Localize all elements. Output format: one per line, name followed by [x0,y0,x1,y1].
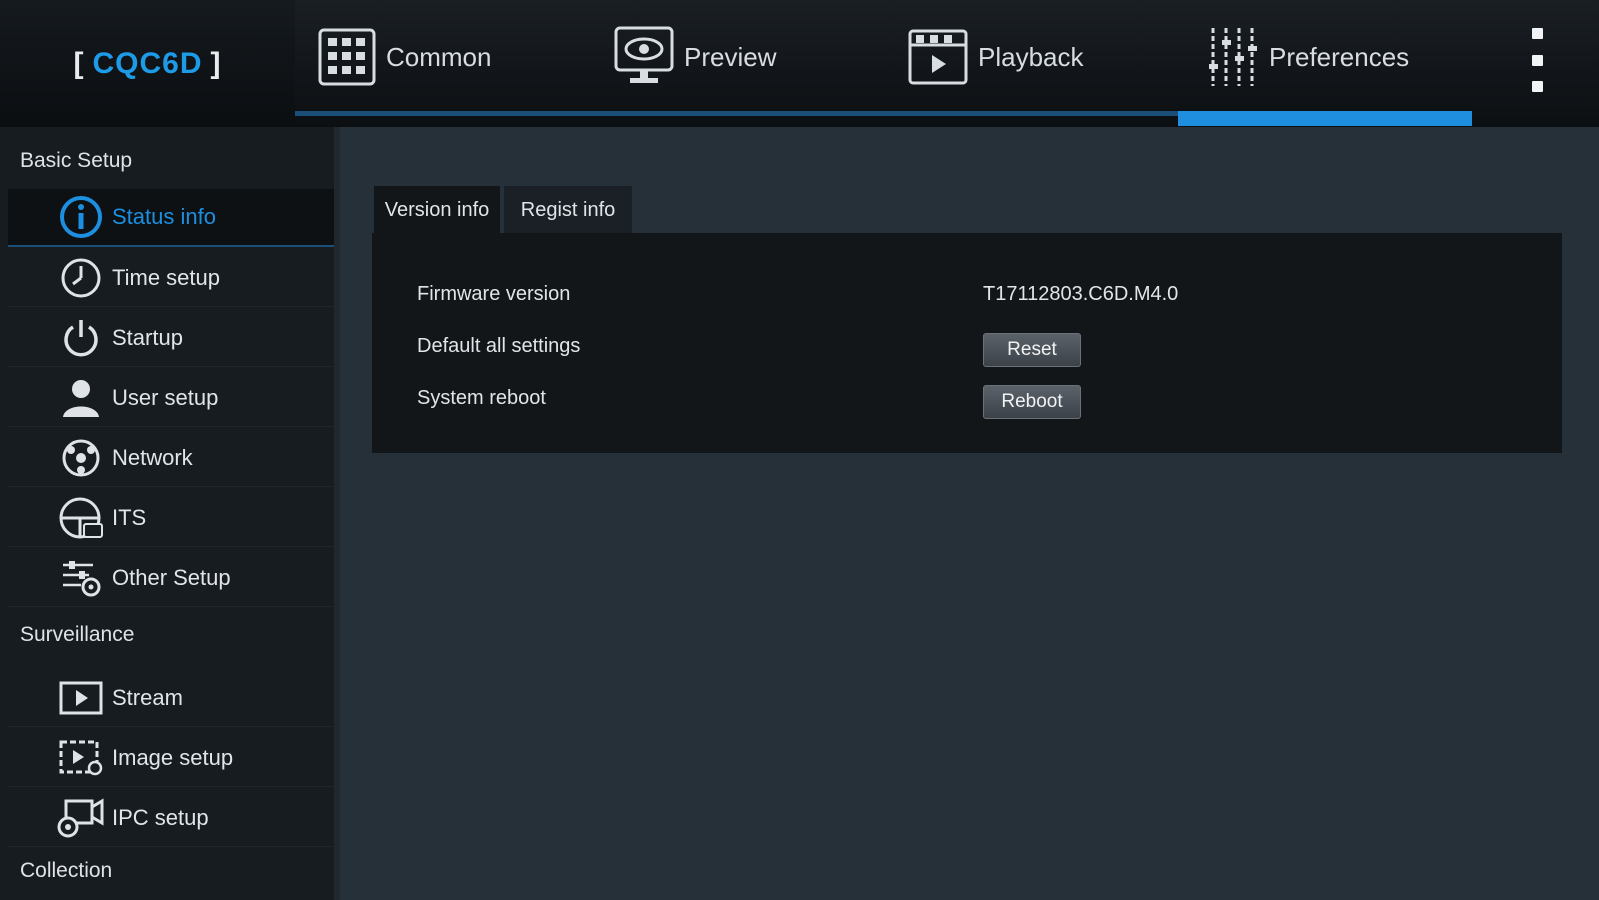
sidebar-item-stream[interactable]: Stream [8,669,334,727]
sidebar-item-label: User setup [112,384,219,410]
tab-label: Regist info [520,198,616,221]
nav-tab-playback[interactable]: Playback [908,22,1084,92]
sidebar-item-ipc-setup[interactable]: IPC setup [8,789,334,847]
sidebar-section-collection: Collection [20,859,113,882]
sidebar-item-label: Time setup [112,264,221,290]
tab-label: Version info [384,198,490,221]
firmware-version-value: T17112803.C6D.M4.0 [983,283,1179,305]
sidebar-item-status-info[interactable]: Status info [8,189,334,247]
sidebar: Basic Setup Status info Time setup Start… [0,127,340,900]
nav-tab-preview-label: Preview [684,41,777,72]
reboot-button[interactable]: Reboot [983,385,1081,419]
nav-tab-preview[interactable]: Preview [614,22,776,92]
sidebar-item-startup[interactable]: Startup [8,309,334,367]
camera-gear-icon [56,793,106,843]
firmware-version-label: Firmware version [417,283,571,305]
nav-tab-common-label: Common [386,41,492,72]
brand-bracket-close: ] [210,46,222,80]
system-reboot-label: System reboot [417,387,546,409]
sidebar-item-label: IPC setup [112,804,209,830]
sidebar-item-label: Startup [112,324,183,350]
sliders-icon [1209,28,1257,86]
sidebar-item-label: Image setup [112,744,234,770]
brand-name: CQC6D [92,46,203,80]
sidebar-section-surveillance: Surveillance [20,623,135,646]
sidebar-item-image-setup[interactable]: Image setup [8,729,334,787]
image-settings-icon [56,733,106,783]
sidebar-item-user-setup[interactable]: User setup [8,369,334,427]
kebab-dot [1531,54,1543,66]
sidebar-item-label: Stream [112,684,183,710]
kebab-dot [1531,28,1543,39]
tab-regist-info[interactable]: Regist info [504,186,632,234]
sidebar-item-label: Status info [112,204,216,229]
clapper-play-icon [908,29,968,85]
sidebar-item-network[interactable]: Network [8,429,334,487]
more-menu-button[interactable] [1520,28,1554,92]
steering-wheel-icon [56,493,106,543]
nav-tab-playback-label: Playback [978,41,1084,72]
grid-icon [318,28,376,86]
clock-icon [56,253,106,303]
sidebar-item-label: ITS [112,504,147,530]
brand-bracket-open: [ [73,46,85,80]
sidebar-item-label: Network [112,444,193,470]
network-icon [56,433,106,483]
reset-button[interactable]: Reset [983,333,1081,367]
settings-sliders-icon [56,553,106,603]
sidebar-item-other-setup[interactable]: Other Setup [8,549,334,607]
info-icon [56,192,106,242]
user-icon [56,373,106,423]
default-settings-label: Default all settings [417,335,581,357]
sidebar-item-its[interactable]: ITS [8,489,334,547]
brand-logo: [ CQC6D ] [0,0,295,127]
top-navigation-bar: [ CQC6D ] Common Preview Playback Prefer… [0,0,1599,127]
monitor-eye-icon [614,26,674,83]
sidebar-item-label: Other Setup [112,564,231,590]
power-icon [56,313,106,363]
nav-tab-common[interactable]: Common [318,22,491,92]
active-tab-indicator [1178,111,1472,126]
tab-version-info[interactable]: Version info [374,186,500,234]
stream-play-icon [56,673,106,723]
nav-tab-preferences-label: Preferences [1269,41,1410,72]
sidebar-section-basic-setup: Basic Setup [20,149,133,172]
nav-tab-preferences[interactable]: Preferences [1207,22,1409,92]
kebab-dot [1531,81,1543,92]
sidebar-item-time-setup[interactable]: Time setup [8,249,334,307]
